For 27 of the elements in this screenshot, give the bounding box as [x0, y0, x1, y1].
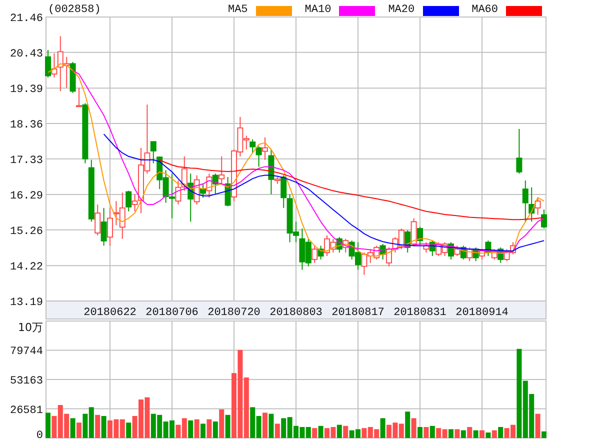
price-axis-label: 13.19	[10, 297, 43, 309]
legend-label: MA5	[228, 5, 248, 16]
price-axis-label: 16.29	[10, 190, 43, 203]
price-axis-label: 14.22	[10, 262, 43, 274]
date-label: 20180706	[146, 307, 198, 319]
price-axis-label: 15.26	[10, 226, 43, 238]
legend-label: MA10	[304, 5, 332, 16]
unit-label: 10万	[18, 321, 43, 334]
date-label: 20180803	[270, 307, 322, 319]
price-axis-label: 19.39	[10, 84, 43, 96]
legend-label: MA20	[388, 5, 415, 16]
volume-axis-label: 79744	[10, 346, 43, 358]
price-axis-label: 17.33	[10, 154, 43, 167]
price-axis-label: 21.46	[10, 13, 43, 25]
legend-label: MA60	[472, 5, 498, 16]
date-label: 20180622	[84, 307, 136, 319]
date-label: 20180720	[208, 307, 260, 319]
volume-axis-label: 26581	[10, 404, 43, 417]
date-label: 20180914	[456, 307, 508, 319]
price-axis-label: 18.36	[10, 119, 43, 132]
date-label: 20180831	[394, 307, 446, 319]
candlestick	[516, 128, 522, 174]
date-label: 20180817	[332, 307, 384, 319]
chart-title: (002858)	[48, 5, 101, 16]
volume-axis-label: 53163	[10, 376, 43, 388]
volume-axis-label: 0	[36, 430, 43, 440]
price-axis-label: 20.43	[10, 48, 43, 60]
